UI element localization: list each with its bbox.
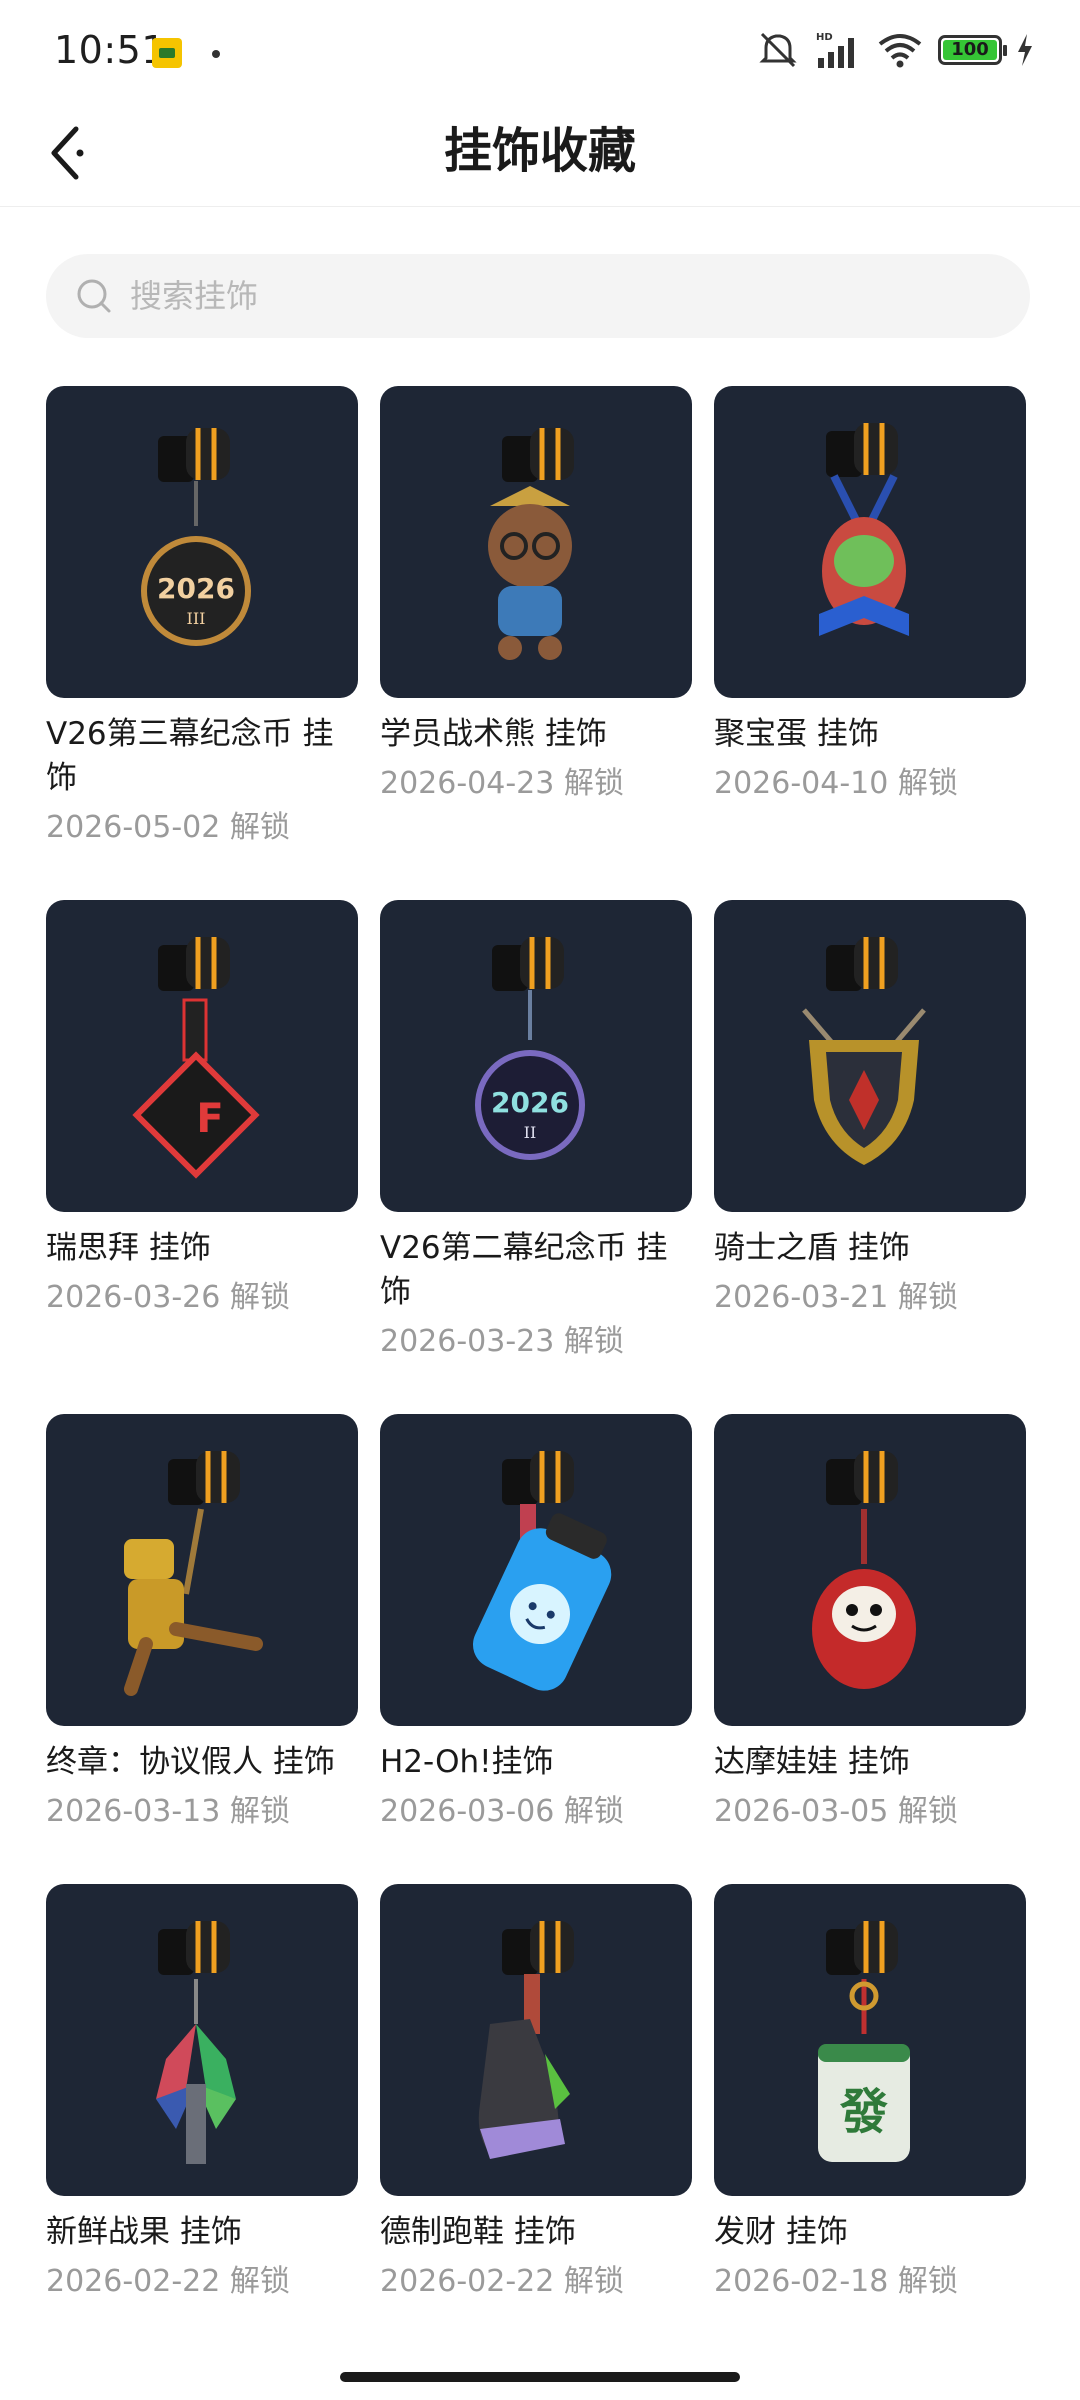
- charm-name: 终章：协议假人 挂饰: [46, 1744, 335, 1780]
- charm-unlock-date: 2026-04-23 解锁: [380, 766, 624, 801]
- charm-thumbnail: [714, 1414, 1026, 1726]
- mahjong-tile-charm-icon: 發: [818, 1921, 910, 2162]
- battery-icon: 100: [938, 35, 1007, 65]
- daruma-doll-charm-icon: [812, 1451, 916, 1689]
- charm-unlock-date: 2026-02-22 解锁: [46, 2264, 290, 2299]
- charm-card[interactable]: 学员战术熊 挂饰 2026-04-23 解锁: [380, 386, 692, 806]
- charm-name: 新鲜战果 挂饰: [46, 2214, 242, 2250]
- charm-unlock-date: 2026-04-10 解锁: [714, 766, 958, 801]
- app-notification-icon: [152, 38, 182, 68]
- charm-card[interactable]: 达摩娃娃 挂饰 2026-03-05 解锁: [714, 1414, 1026, 1834]
- svg-text:2026: 2026: [491, 1086, 569, 1119]
- charm-thumbnail: [380, 1884, 692, 2196]
- charm-name: 学员战术熊 挂饰: [380, 716, 607, 752]
- wifi-icon: [878, 34, 922, 68]
- svg-text:2026: 2026: [157, 572, 235, 605]
- charm-unlock-date: 2026-03-26 解锁: [46, 1280, 290, 1315]
- search-bar[interactable]: [46, 254, 1030, 338]
- charm-unlock-date: 2026-05-02 解锁: [46, 810, 290, 845]
- signal-icon: HD: [816, 32, 854, 68]
- svg-text:發: 發: [839, 2084, 888, 2140]
- water-bottle-charm-icon: [472, 1451, 612, 1691]
- search-input[interactable]: [128, 276, 992, 316]
- charm-card[interactable]: 德制跑鞋 挂饰 2026-02-22 解锁: [380, 1884, 692, 2304]
- golden-dummy-charm-icon: [124, 1451, 263, 1696]
- charm-unlock-date: 2026-02-22 解锁: [380, 2264, 624, 2299]
- charm-thumbnail: [714, 900, 1026, 1212]
- red-cube-charm-icon: F: [132, 937, 260, 1179]
- charm-name: V26第三幕纪念币 挂饰: [46, 716, 334, 796]
- charm-name: 发财 挂饰: [714, 2214, 848, 2250]
- charm-unlock-date: 2026-03-06 解锁: [380, 1794, 624, 1829]
- charm-thumbnail: [380, 386, 692, 698]
- charm-name: 聚宝蛋 挂饰: [714, 716, 879, 752]
- charm-card[interactable]: 2026 III V26第三幕纪念币 挂饰 2026-05-02 解锁: [46, 386, 358, 850]
- charm-card[interactable]: 發 发财 挂饰 2026-02-18 解锁: [714, 1884, 1026, 2304]
- charm-card[interactable]: 2026 II V26第二幕纪念币 挂饰 2026-03-23 解锁: [380, 900, 692, 1364]
- charm-card[interactable]: 终章：协议假人 挂饰 2026-03-13 解锁: [46, 1414, 358, 1834]
- charm-unlock-date: 2026-03-21 解锁: [714, 1280, 958, 1315]
- charm-card[interactable]: H2-Oh!挂饰 2026-03-06 解锁: [380, 1414, 692, 1834]
- home-indicator[interactable]: [340, 2372, 740, 2382]
- svg-text:III: III: [187, 609, 206, 628]
- charm-unlock-date: 2026-03-05 解锁: [714, 1794, 958, 1829]
- charm-name: V26第二幕纪念币 挂饰: [380, 1230, 668, 1310]
- mute-icon: [759, 32, 797, 68]
- charm-unlock-date: 2026-02-18 解锁: [714, 2264, 958, 2299]
- top-app-bar: 挂饰收藏: [0, 100, 1080, 207]
- svg-text:HD: HD: [816, 32, 833, 43]
- charm-card[interactable]: 聚宝蛋 挂饰 2026-04-10 解锁: [714, 386, 1026, 806]
- charm-card[interactable]: 骑士之盾 挂饰 2026-03-21 解锁: [714, 900, 1026, 1320]
- coin-2026-iii-charm-icon: 2026 III: [141, 428, 251, 646]
- fresh-spoils-charm-icon: [156, 1921, 236, 2164]
- charm-name: 德制跑鞋 挂饰: [380, 2214, 576, 2250]
- status-time: 10:51: [54, 28, 167, 72]
- more-notifications-dot: [212, 50, 220, 58]
- charging-icon: [1018, 34, 1032, 66]
- status-bar: 10:51 HD 100: [0, 0, 1080, 100]
- svg-text:II: II: [524, 1123, 537, 1142]
- charm-thumbnail: 2026 II: [380, 900, 692, 1212]
- charm-name: H2-Oh!挂饰: [380, 1744, 554, 1780]
- knight-shield-charm-icon: [802, 937, 926, 1165]
- svg-text:F: F: [196, 1096, 223, 1142]
- charm-name: 达摩娃娃 挂饰: [714, 1744, 910, 1780]
- treasure-egg-charm-icon: [819, 423, 909, 636]
- charm-thumbnail: [46, 1414, 358, 1726]
- charm-thumbnail: [714, 386, 1026, 698]
- charm-unlock-date: 2026-03-13 解锁: [46, 1794, 290, 1829]
- page-title: 挂饰收藏: [443, 123, 636, 179]
- status-icons: HD 100: [756, 30, 1034, 70]
- charm-unlock-date: 2026-03-23 解锁: [380, 1324, 624, 1359]
- charm-thumbnail: [380, 1414, 692, 1726]
- charm-thumbnail: [46, 1884, 358, 2196]
- sneaker-charm-icon: [478, 1921, 574, 2159]
- charm-name: 瑞思拜 挂饰: [46, 1230, 211, 1266]
- battery-level: 100: [943, 40, 997, 60]
- charm-thumbnail: 發: [714, 1884, 1026, 2196]
- charm-card[interactable]: 新鲜战果 挂饰 2026-02-22 解锁: [46, 1884, 358, 2304]
- charm-thumbnail: F: [46, 900, 358, 1212]
- coin-2026-ii-charm-icon: 2026 II: [475, 937, 585, 1160]
- charm-thumbnail: 2026 III: [46, 386, 358, 698]
- screen: 10:51 HD 100 挂饰收藏 搜索挂饰 2026 III V26第三幕纪念…: [0, 0, 1080, 2400]
- search-icon: [74, 276, 114, 316]
- charm-name: 骑士之盾 挂饰: [714, 1230, 910, 1266]
- tactical-bear-charm-icon: [488, 428, 574, 660]
- charm-card[interactable]: F 瑞思拜 挂饰 2026-03-26 解锁: [46, 900, 358, 1320]
